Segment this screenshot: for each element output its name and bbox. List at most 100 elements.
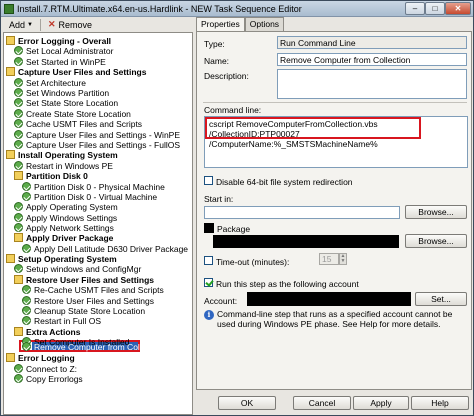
set-account-button[interactable]: Set... [415, 292, 467, 306]
account-field-redacted [247, 292, 411, 306]
name-input[interactable]: Remove Computer from Collection [277, 53, 467, 66]
tree-item-label: Setup Operating System [18, 253, 117, 264]
tree-step[interactable]: Restart in Full OS [22, 315, 101, 326]
folder-icon [14, 233, 23, 242]
step-check-icon [22, 296, 31, 305]
tree-item-label: Restart in Full OS [34, 315, 102, 326]
folder-icon [6, 150, 15, 159]
step-check-icon [14, 364, 23, 373]
tree-item-label: Partition Disk 0 - Physical Machine [34, 181, 165, 192]
tree-step[interactable]: Apply Operating System [14, 201, 118, 212]
start-in-label: Start in: [204, 194, 234, 204]
timeout-stepper[interactable]: 15 [319, 253, 339, 265]
run-as-label: Run this step as the following account [216, 279, 359, 289]
name-label: Name: [204, 56, 230, 66]
add-button[interactable]: Add ▼ [5, 18, 37, 31]
tree-item-label: Set Started in WinPE [26, 56, 106, 67]
stepper-arrows-icon[interactable]: ▲ ▼ [339, 253, 347, 265]
tree-step[interactable]: Set Local Administrator [14, 45, 113, 56]
ok-button[interactable]: OK [218, 396, 276, 410]
window-title: Install.7.RTM.Ultimate.x64.en-us.Hardlin… [17, 3, 302, 14]
tree-item-label: Connect to Z: [26, 363, 78, 374]
app-icon [4, 3, 14, 14]
command-line-text: cscript RemoveComputerFromCollection.vbs… [209, 119, 378, 149]
tree-item-label: Restore User Files and Settings [26, 274, 155, 285]
browse-start-in-button[interactable]: Browse... [405, 205, 467, 219]
browse-package-button[interactable]: Browse... [405, 234, 467, 248]
run-as-checkbox[interactable] [204, 278, 213, 287]
tree-item-label: Extra Actions [26, 326, 81, 337]
tree-item-label: Cache USMT Files and Scripts [26, 118, 143, 129]
step-check-icon [14, 119, 23, 128]
maximize-button[interactable]: □ [425, 2, 445, 15]
tree-item-label: Restore User Files and Settings [34, 295, 154, 306]
tree-step[interactable]: Re-Cache USMT Files and Scripts [22, 284, 164, 295]
tree-item-label: Set Windows Partition [26, 87, 110, 98]
tree-step[interactable]: Set State Store Location [14, 97, 118, 108]
folder-icon [6, 36, 15, 45]
tree-item-label: Setup windows and ConfigMgr [26, 263, 142, 274]
folder-icon [6, 254, 15, 263]
tree-step[interactable]: Copy Errorlogs [14, 373, 83, 384]
type-field: Run Command Line [277, 36, 467, 49]
package-field-redacted [213, 235, 399, 248]
type-label: Type: [204, 39, 225, 49]
tree-step[interactable]: Remove Computer from Collection [22, 341, 164, 352]
step-check-icon [14, 140, 23, 149]
command-line-input[interactable]: cscript RemoveComputerFromCollection.vbs… [204, 116, 468, 168]
folder-icon [6, 67, 15, 76]
timeout-label: Time-out (minutes): [216, 257, 290, 267]
info-icon: i [204, 310, 214, 320]
tree-item-label: Capture User Files and Settings - WinPE [26, 129, 181, 140]
remove-button[interactable]: ✕ Remove [44, 18, 96, 31]
tree-item-label: Cleanup State Store Location [34, 305, 146, 316]
step-check-icon [22, 316, 31, 325]
step-check-icon [22, 285, 31, 294]
step-check-icon [22, 182, 31, 191]
tab-properties[interactable]: Properties [196, 17, 245, 32]
separator [203, 102, 467, 103]
step-check-icon [14, 223, 23, 232]
disable64-label: Disable 64-bit file system redirection [216, 177, 353, 187]
tree-item-label: Create State Store Location [26, 108, 131, 119]
cancel-button[interactable]: Cancel [293, 396, 351, 410]
timeout-checkbox[interactable] [204, 256, 213, 265]
tree-item-label: Remove Computer from Collection [34, 341, 165, 352]
tree-group[interactable]: Install Operating System [6, 149, 118, 160]
tree-group[interactable]: Apply Driver Package [14, 232, 113, 243]
apply-button[interactable]: Apply [353, 396, 409, 410]
tab-strip: Properties Options [196, 17, 285, 32]
step-check-icon [14, 374, 23, 383]
tree-item-label: Apply Windows Settings [26, 212, 118, 223]
step-check-icon [14, 161, 23, 170]
step-check-icon [14, 98, 23, 107]
close-button[interactable]: ✕ [445, 2, 471, 15]
step-check-icon [14, 130, 23, 139]
disable64-checkbox[interactable] [204, 176, 213, 185]
minimize-button[interactable]: – [405, 2, 425, 15]
tree-item-label: Re-Cache USMT Files and Scripts [34, 284, 164, 295]
step-check-icon [14, 264, 23, 273]
tree-step[interactable]: Setup windows and ConfigMgr [14, 263, 141, 274]
tree-group[interactable]: Partition Disk 0 [14, 170, 88, 181]
tree-group[interactable]: Error Logging [6, 352, 75, 363]
package-checkbox-redacted[interactable] [204, 223, 214, 233]
tree-item-label: Partition Disk 0 [26, 170, 88, 181]
tree-item-label: Apply Driver Package [26, 232, 114, 243]
tree-step[interactable]: Cache USMT Files and Scripts [14, 118, 142, 129]
tree-item-label: Copy Errorlogs [26, 373, 83, 384]
description-label: Description: [204, 71, 249, 81]
step-check-icon [14, 88, 23, 97]
package-label: Package [217, 224, 251, 234]
tree-item-label: Install Operating System [18, 149, 118, 160]
tree-group[interactable]: Capture User Files and Settings [6, 66, 146, 77]
tree-item-label: Set Local Administrator [26, 45, 114, 56]
help-button[interactable]: Help [411, 396, 469, 410]
description-input[interactable] [277, 69, 467, 99]
tree-item-label: Error Logging [18, 352, 75, 363]
task-sequence-tree[interactable]: Error Logging - Overall Set Local Adminis… [3, 32, 193, 415]
start-in-input[interactable] [204, 206, 400, 219]
tab-options[interactable]: Options [244, 17, 285, 31]
step-check-icon [14, 109, 23, 118]
step-check-icon [14, 213, 23, 222]
